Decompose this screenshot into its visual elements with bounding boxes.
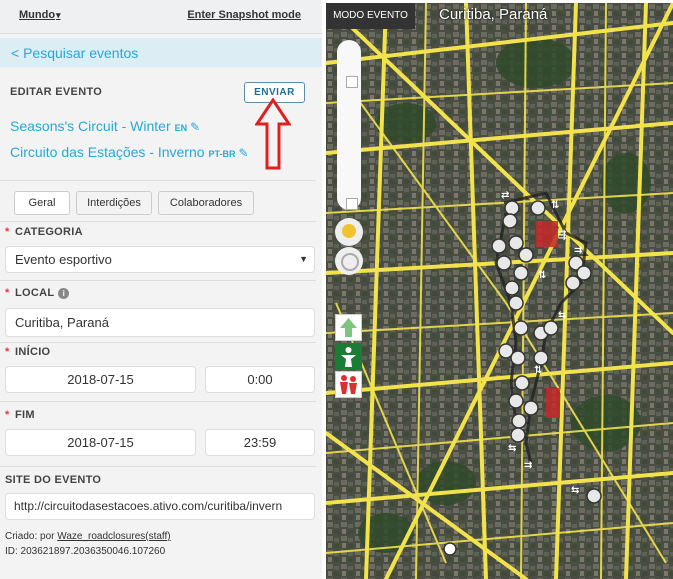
edit-event-title: EDITAR EVENTO (10, 86, 103, 98)
top-bar: Mundo▾ Enter Snapshot mode (0, 0, 322, 34)
svg-text:⇉: ⇉ (574, 245, 582, 256)
tab-closures[interactable]: Interdições (76, 191, 152, 215)
local-input[interactable]: Curitiba, Paraná (5, 308, 315, 337)
layer-people-icon[interactable] (335, 371, 362, 398)
category-select[interactable]: Evento esportivo ▼ (5, 246, 315, 273)
svg-text:⇶: ⇶ (558, 229, 566, 241)
world-label: Mundo (19, 9, 56, 21)
divider (0, 342, 316, 343)
snapshot-mode-link[interactable]: Enter Snapshot mode (187, 9, 301, 21)
event-name-text: Seasons's Circuit - Winter (10, 118, 171, 134)
svg-text:⇆: ⇆ (558, 310, 566, 321)
svg-text:⇅: ⇅ (551, 200, 559, 211)
language-tag: PT-BR (208, 149, 236, 159)
pencil-icon[interactable]: ✎ (190, 120, 200, 134)
event-name-en[interactable]: Seasons's Circuit - Winter EN ✎ (10, 118, 200, 134)
tab-collaborators[interactable]: Colaboradores (158, 191, 254, 215)
site-label: SITE DO EVENTO (5, 474, 102, 486)
end-time-input[interactable]: 23:59 (205, 429, 315, 456)
map-city-label: Curitiba, Paraná (439, 6, 548, 23)
svg-text:⇉: ⇉ (524, 460, 532, 471)
zoom-in-handle[interactable] (346, 76, 358, 88)
event-panel: Mundo▾ Enter Snapshot mode < Pesquisar e… (0, 0, 322, 579)
search-events-link[interactable]: < Pesquisar eventos (0, 38, 322, 67)
start-label: INÍCIO (15, 346, 51, 358)
layer-closure-icon[interactable] (335, 343, 362, 370)
start-time-input[interactable]: 0:00 (205, 366, 315, 393)
site-input[interactable]: http://circuitodasestacoes.ativo.com/cur… (5, 493, 315, 520)
annotation-arrow-icon (255, 98, 291, 170)
event-mode-badge[interactable]: MODO EVENTO (326, 3, 415, 29)
svg-text:⇅: ⇅ (534, 365, 542, 376)
category-value: Evento esportivo (15, 252, 112, 267)
divider (0, 221, 316, 222)
map-view[interactable]: ⇄ ⇅ ⇶ ⇉ ⇅ ⇆ ⇅ ⇆ ⇉ ⇆ MODO EVENTO Curitiba, Para… (326, 3, 673, 579)
svg-text:⇆: ⇆ (508, 443, 516, 454)
info-icon[interactable]: i (58, 288, 70, 299)
svg-text:⇄: ⇄ (501, 190, 509, 201)
category-label: CATEGORIA (15, 226, 83, 238)
language-tag: EN (174, 123, 188, 133)
event-name-pt[interactable]: Circuito das Estações - Inverno PT-BR ✎ (10, 144, 249, 160)
chevron-down-icon: ▼ (299, 254, 308, 264)
zoom-out-handle[interactable] (346, 198, 358, 210)
required-marker: * (5, 409, 10, 421)
end-label: FIM (15, 409, 35, 421)
locate-icon[interactable] (335, 247, 363, 275)
svg-text:⇆: ⇆ (571, 485, 579, 496)
divider (0, 280, 316, 281)
created-by: Criado: por Waze_roadclosures(staff) (5, 531, 171, 542)
tab-general[interactable]: Geral (14, 191, 70, 215)
event-name-text: Circuito das Estações - Inverno (10, 144, 205, 160)
pencil-icon[interactable]: ✎ (239, 146, 249, 160)
street-view-icon[interactable] (335, 218, 363, 246)
local-label: LOCAL (15, 287, 55, 299)
svg-text:⇅: ⇅ (538, 270, 546, 281)
divider (0, 180, 316, 181)
layer-arrow-icon[interactable] (335, 314, 362, 341)
divider (0, 466, 316, 467)
end-date-input[interactable]: 2018-07-15 (5, 429, 196, 456)
required-marker: * (5, 226, 10, 238)
zoom-slider[interactable] (337, 40, 361, 210)
local-label-row: LOCAL i (15, 287, 70, 299)
required-marker: * (5, 287, 10, 299)
divider (0, 401, 316, 402)
created-prefix: Criado: por (5, 531, 55, 542)
satellite-map: ⇄ ⇅ ⇶ ⇉ ⇅ ⇆ ⇅ ⇆ ⇉ ⇆ (326, 3, 673, 579)
world-selector[interactable]: Mundo▾ (19, 9, 61, 21)
required-marker: * (5, 346, 10, 358)
start-date-input[interactable]: 2018-07-15 (5, 366, 196, 393)
created-user-link[interactable]: Waze_roadclosures(staff) (57, 531, 170, 542)
chevron-down-icon: ▾ (56, 10, 61, 20)
event-id: ID: 203621897.2036350046.107260 (5, 546, 166, 557)
